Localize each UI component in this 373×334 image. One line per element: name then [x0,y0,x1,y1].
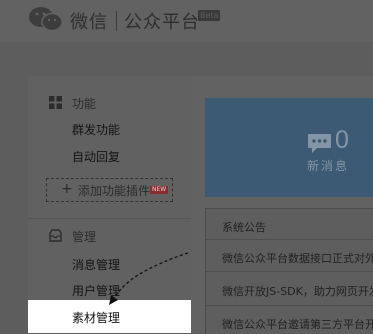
row-divider [206,271,373,272]
new-message-label: 新消息 [307,159,350,173]
sidebar-item-mass-send[interactable]: 群发功能 [72,121,120,138]
top-header: 微信 公众平台 Beta [0,0,373,42]
function-section-label: 功能 [72,97,97,111]
new-badge: NEW [150,186,169,194]
brand-name: 微信 [70,12,108,33]
add-plugin-label: 添加功能插件 [78,184,151,198]
add-plugin-button[interactable]: + 添加功能插件 NEW [46,178,173,202]
plus-icon: + [61,181,73,197]
inbox-icon [49,229,62,242]
chat-bubble-icon [308,134,331,153]
wechat-logo-icon [29,7,63,32]
sidebar-divider [28,218,191,219]
function-section-header: 功能 [49,95,97,112]
new-message-count: 0 [335,126,349,154]
row-divider [206,305,373,306]
announcement-item[interactable]: 微信开放JS-SDK，助力网页开发 [222,283,373,299]
announcement-item[interactable]: 微信公众平台邀请第三方平台开发 [222,316,373,332]
pointer-arrow-icon [109,252,189,305]
sidebar-item-auto-reply[interactable]: 自动回复 [72,148,120,165]
manage-section-label: 管理 [72,230,97,244]
manage-section-header: 管理 [49,228,97,245]
brand-divider [116,11,117,31]
beta-badge: Beta [198,10,221,21]
announcement-title: 系统公告 [222,221,266,234]
sidebar-item-materials-label: 素材管理 [72,311,121,325]
row-divider [206,239,373,240]
announcement-item[interactable]: 微信公众平台数据接口正式对外 [222,250,373,266]
brand-subtitle: 公众平台 [124,12,200,33]
grid-icon [49,96,62,109]
